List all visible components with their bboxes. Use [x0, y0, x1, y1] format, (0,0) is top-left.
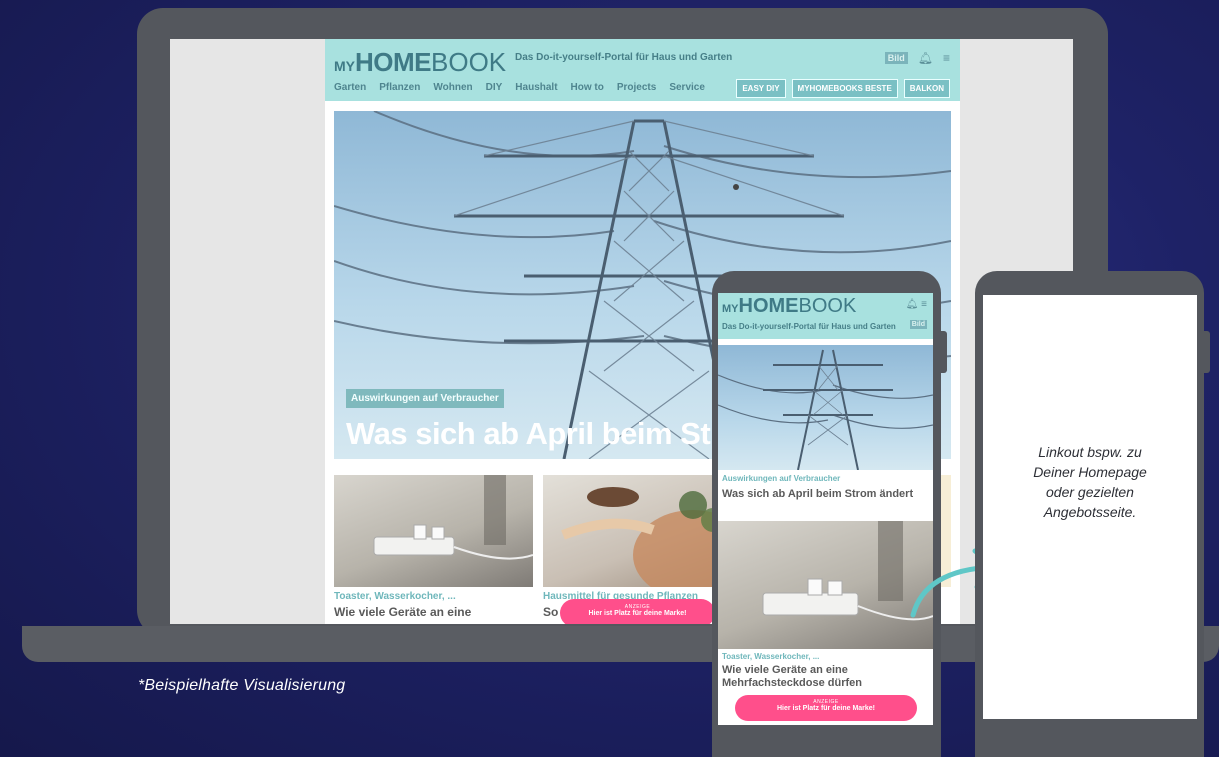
power-strip-illustration: [373, 475, 533, 560]
site-header: MYHOMEBOOK Das Do-it-yourself-Portal für…: [325, 39, 960, 101]
ad-text: Hier ist Platz für deine Marke!: [588, 610, 687, 617]
hero-kicker[interactable]: Auswirkungen auf Verbraucher: [346, 389, 504, 408]
power-strip-illustration: [762, 521, 933, 621]
logo-my: MY: [334, 58, 355, 74]
menu-icon[interactable]: ≡: [921, 299, 927, 310]
linkout-line-3: oder gezielten: [1046, 484, 1134, 500]
site-logo[interactable]: MYHOMEBOOK: [334, 47, 506, 78]
topic-chips: EASY DIY MYHOMEBOOKS BESTE BALKON: [736, 79, 950, 98]
bell-icon[interactable]: 🔔︎: [918, 51, 933, 65]
nav-item-service[interactable]: Service: [669, 82, 705, 93]
mobile-header-icons: 🔔︎ ≡: [906, 299, 927, 310]
mobile-article-2-title[interactable]: Wie viele Geräte an eine Mehrfachsteckdo…: [722, 664, 927, 690]
chip-balkon[interactable]: BALKON: [903, 79, 950, 98]
mobile-article-2-image[interactable]: [718, 521, 933, 649]
card-1-title[interactable]: Wie viele Geräte an eine: [334, 605, 471, 619]
main-nav: Garten Pflanzen Wohnen DIY Haushalt How …: [334, 82, 705, 93]
landing-page-screen: Linkout bspw. zu Deiner Homepage oder ge…: [983, 295, 1197, 719]
bild-logo[interactable]: Bild: [909, 320, 927, 329]
logo-home: HOME: [355, 47, 432, 77]
card-1-kicker[interactable]: Toaster, Wasserkocher, ...: [334, 591, 456, 602]
mobile-tagline: Das Do-it-yourself-Portal für Haus und G…: [722, 322, 896, 331]
mobile-website: MYHOMEBOOK Das Do-it-yourself-Portal für…: [718, 293, 933, 725]
header-icons: Bild 🔔︎ ≡: [884, 51, 950, 65]
logo-book: BOOK: [431, 47, 507, 77]
phone-side-button: [941, 331, 947, 373]
mobile-article-1-kicker[interactable]: Auswirkungen auf Verbraucher: [722, 474, 840, 483]
card-image-power-strip[interactable]: [334, 475, 533, 587]
phone-side-button: [1204, 331, 1210, 373]
logo-home: HOME: [738, 295, 799, 317]
menu-icon[interactable]: ≡: [943, 51, 950, 65]
logo-book: BOOK: [798, 295, 857, 317]
ad-text: Hier ist Platz für deine Marke!: [776, 705, 876, 712]
desktop-ad-button[interactable]: ANZEIGE Hier ist Platz für deine Marke!: [560, 599, 715, 624]
visualisation-caption: *Beispielhafte Visualisierung: [138, 677, 346, 694]
chip-easy-diy[interactable]: EASY DIY: [736, 79, 786, 98]
card-2-title[interactable]: So: [543, 605, 558, 619]
linkout-line-1: Linkout bspw. zu: [1038, 444, 1142, 460]
mobile-article-1-title[interactable]: Was sich ab April beim Strom ändert: [722, 488, 927, 501]
nav-item-haushalt[interactable]: Haushalt: [515, 82, 557, 93]
linkout-text: Linkout bspw. zu Deiner Homepage oder ge…: [983, 442, 1197, 522]
mobile-hero-image[interactable]: [718, 345, 933, 470]
bell-icon[interactable]: 🔔︎: [906, 299, 919, 310]
nav-item-pflanzen[interactable]: Pflanzen: [379, 82, 420, 93]
nav-item-garten[interactable]: Garten: [334, 82, 366, 93]
linkout-line-4: Angebotsseite.: [1043, 504, 1137, 520]
site-tagline: Das Do-it-yourself-Portal für Haus und G…: [515, 52, 733, 63]
bild-logo[interactable]: Bild: [884, 52, 908, 64]
mobile-ad-button[interactable]: ANZEIGE Hier ist Platz für deine Marke!: [735, 695, 917, 721]
nav-item-wohnen[interactable]: Wohnen: [433, 82, 472, 93]
logo-my: MY: [722, 303, 739, 315]
nav-item-projects[interactable]: Projects: [617, 82, 656, 93]
nav-item-diy[interactable]: DIY: [486, 82, 503, 93]
chip-myhomebooks-beste[interactable]: MYHOMEBOOKS BESTE: [791, 79, 898, 98]
nav-item-how-to[interactable]: How to: [571, 82, 604, 93]
linkout-line-2: Deiner Homepage: [1033, 464, 1147, 480]
mobile-logo[interactable]: MYHOMEBOOK: [722, 295, 856, 318]
mobile-article-2-kicker[interactable]: Toaster, Wasserkocher, ...: [722, 652, 819, 661]
mobile-header: MYHOMEBOOK Das Do-it-yourself-Portal für…: [718, 293, 933, 339]
power-pylon-illustration: [718, 349, 933, 470]
